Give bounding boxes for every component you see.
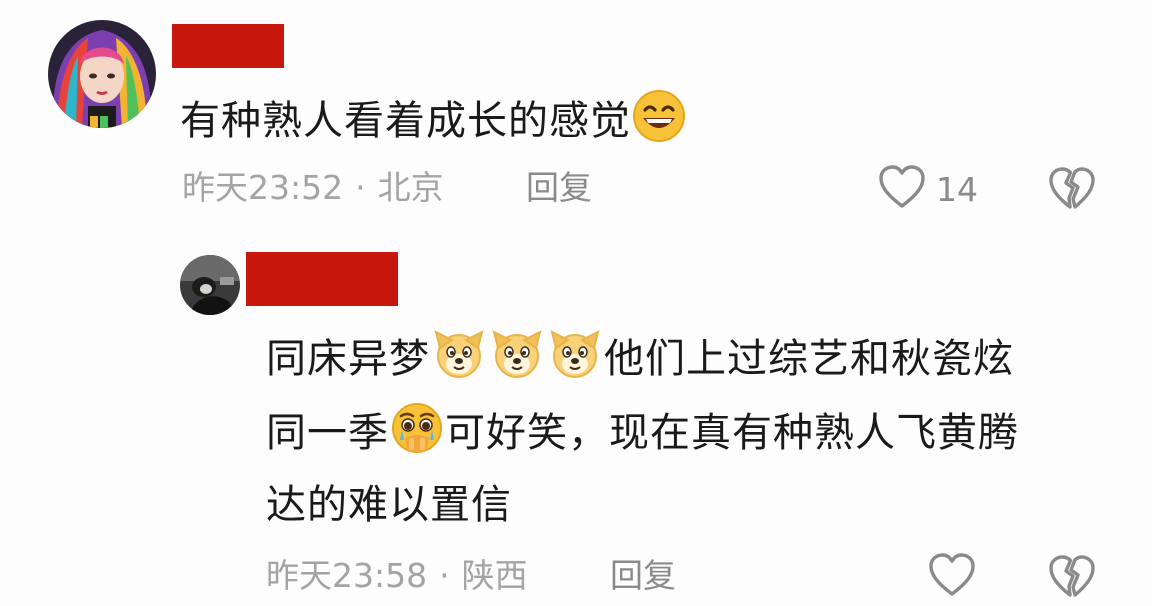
like-count: 14 [936,169,978,209]
reply-location: 陕西 [461,556,528,595]
reply-username-redacted[interactable] [246,252,398,306]
heart-icon [878,164,926,214]
reply-line-1: 同床异梦 他们上过综艺和秋瓷炫 [266,326,1106,400]
reply-button[interactable]: 回复 [526,168,592,208]
reply-avatar[interactable] [180,255,240,315]
reply-reply-button[interactable]: 回复 [610,556,676,596]
broken-heart-icon [1048,167,1096,216]
dislike-button[interactable] [1048,166,1096,216]
heart-icon [928,552,976,602]
comment-thread: 有种熟人看着成长的感觉 昨天23:52 · 北京 回复 14 同床异梦 他们上过… [0,0,1152,606]
pleading-crying-face-icon [389,400,445,474]
dog-face-icon [430,326,604,400]
reply-dislike-button[interactable] [1048,554,1096,604]
grinning-face-icon [631,88,687,162]
reply-timestamp: 昨天23:58 [266,556,428,595]
separator: · [355,168,366,207]
reply-meta: 昨天23:58 · 陕西 [266,556,528,596]
reply-line-2: 同一季 可好笑，现在真有种熟人飞黄腾 [266,400,1106,474]
avatar[interactable] [48,20,156,128]
username-redacted[interactable] [172,24,284,68]
reply-text: 同床异梦 他们上过综艺和秋瓷炫 同一季 可好笑，现在真有种熟人飞黄腾 达的难以置… [266,326,1106,536]
reply-line-3: 达的难以置信 [266,482,512,528]
like-button[interactable]: 14 [878,164,978,214]
comment-text: 有种熟人看着成长的感觉 [180,88,687,162]
timestamp: 昨天23:52 [182,168,344,207]
separator: · [439,556,450,595]
reply-like-button[interactable] [928,552,976,602]
location: 北京 [377,168,444,207]
comment-meta: 昨天23:52 · 北京 [182,168,444,208]
broken-heart-icon [1048,555,1096,604]
